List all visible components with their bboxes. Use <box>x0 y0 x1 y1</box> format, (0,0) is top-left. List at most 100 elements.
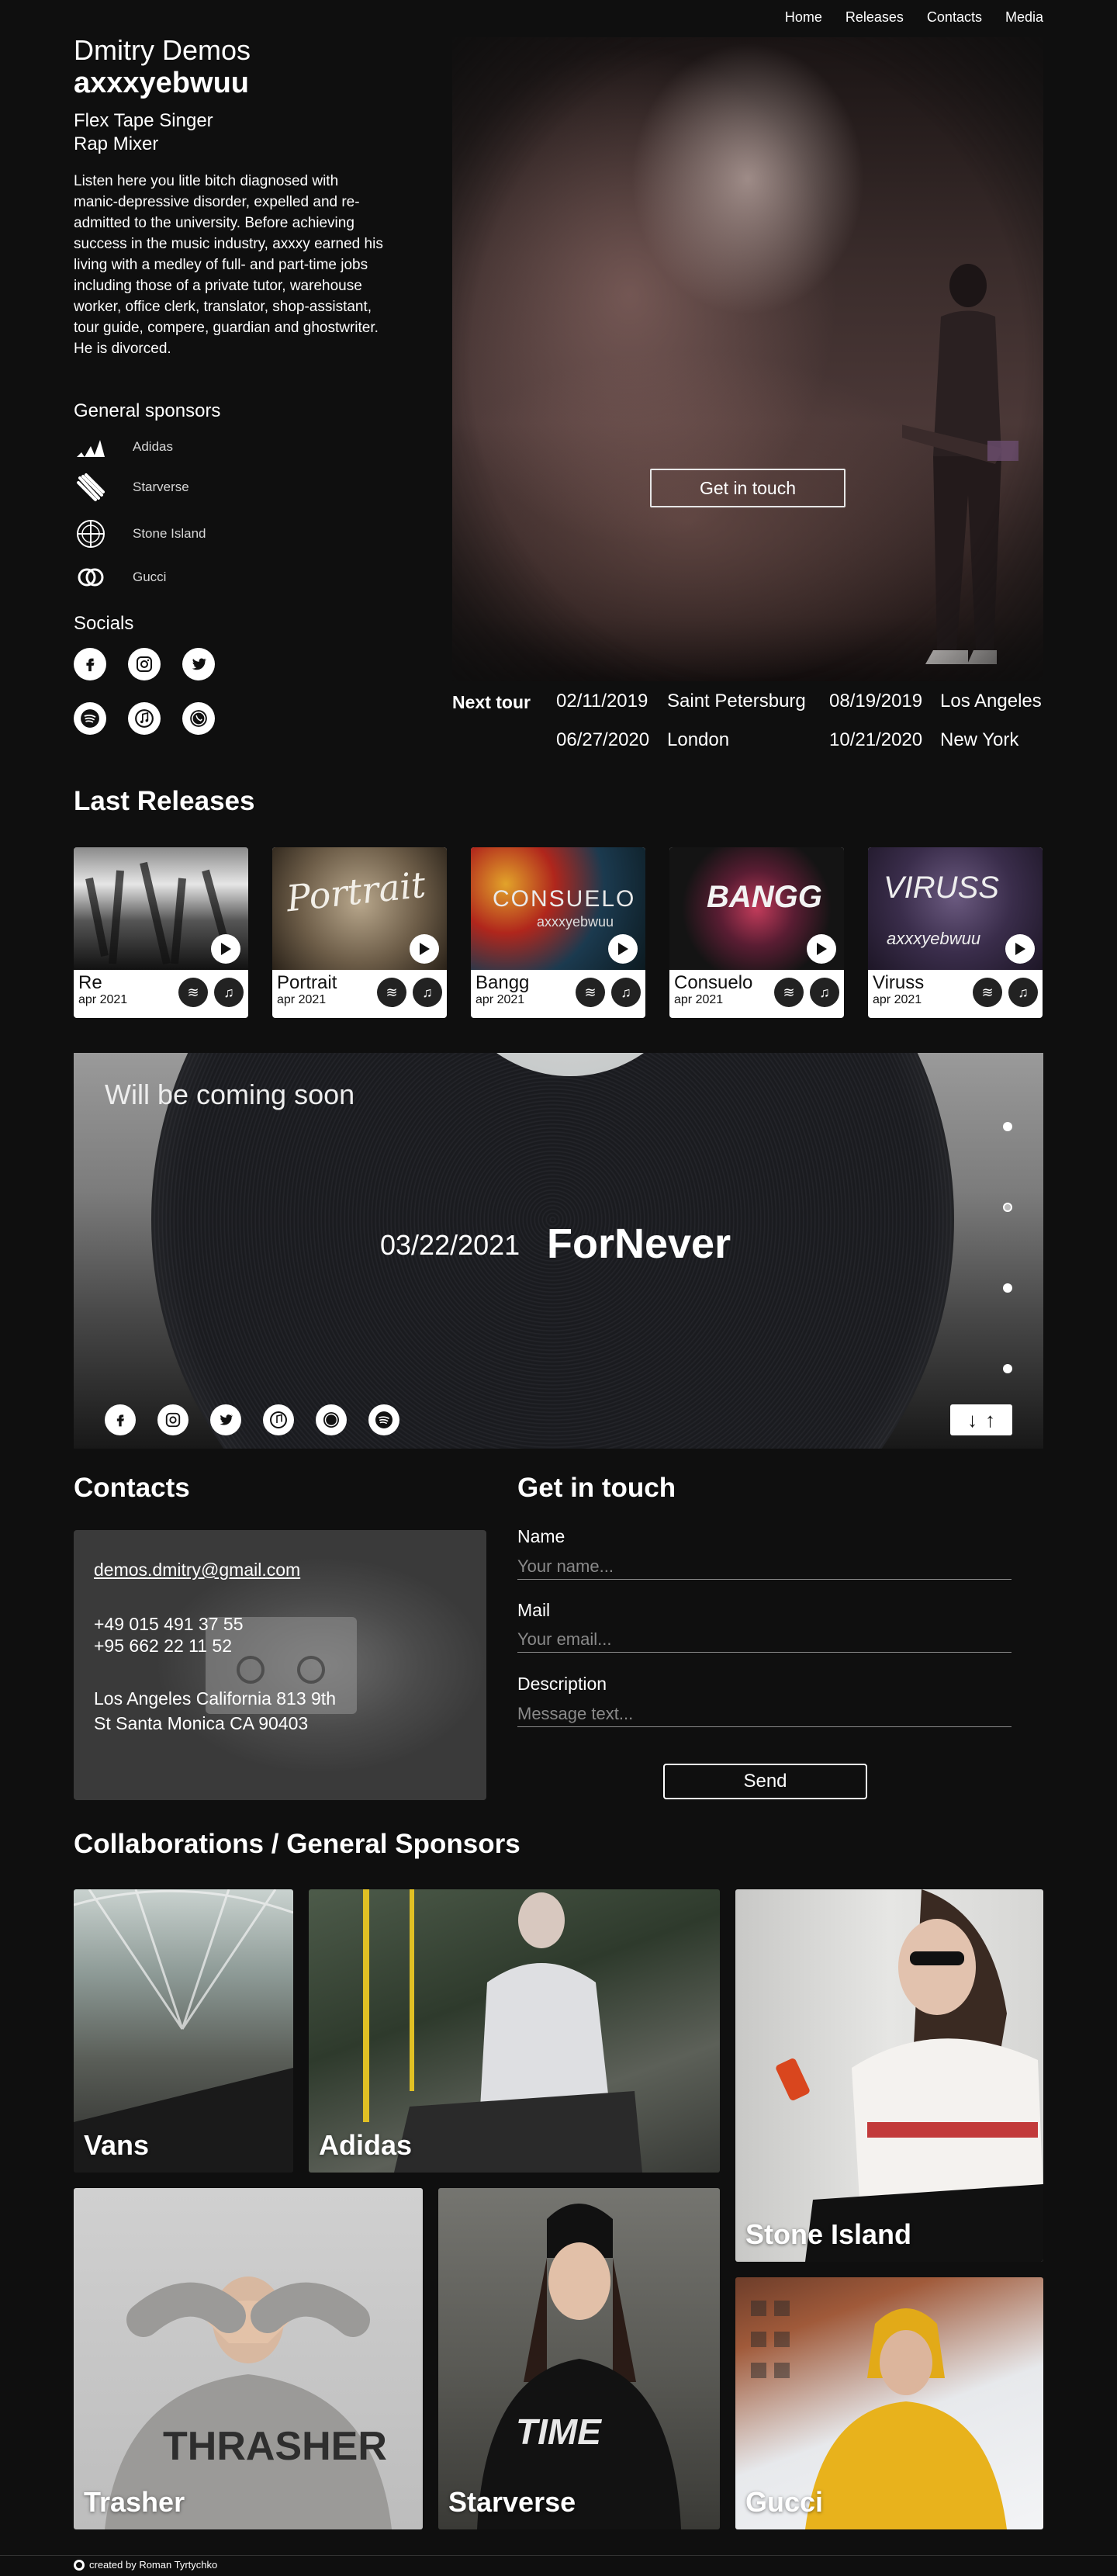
release-card[interactable]: Portrait Portrait apr 2021 ≋ ♫ <box>272 847 447 1018</box>
sponsor-stone-island[interactable]: Stone Island <box>74 517 206 551</box>
release-info: Re apr 2021 ≋ ♫ <box>74 970 248 1018</box>
send-button[interactable]: Send <box>663 1764 867 1799</box>
instagram-icon[interactable] <box>157 1404 188 1435</box>
release-art: CONSUELO axxxyebwuu <box>471 847 645 970</box>
sponsor-label: Adidas <box>133 439 173 454</box>
tour-city: Los Angeles <box>940 691 1042 712</box>
whatsapp-icon[interactable] <box>316 1404 347 1435</box>
sponsor-starverse[interactable]: Starverse <box>74 470 189 504</box>
artist-role-1: Flex Tape Singer <box>74 110 213 131</box>
socials-row-1 <box>74 648 215 680</box>
nav-contacts[interactable]: Contacts <box>927 9 982 26</box>
spotify-icon[interactable]: ≋ <box>377 978 406 1007</box>
spotify-icon[interactable]: ≋ <box>576 978 605 1007</box>
facebook-icon[interactable] <box>74 648 106 680</box>
slide-dot[interactable] <box>1003 1364 1012 1373</box>
play-button[interactable] <box>608 934 638 964</box>
release-art-text: CONSUELO <box>493 886 636 912</box>
facebook-icon[interactable] <box>105 1404 136 1435</box>
release-info: Viruss apr 2021 ≋ ♫ <box>868 970 1043 1018</box>
sponsor-label: Stone Island <box>133 526 206 541</box>
release-card[interactable]: VIRUSS axxxyebwuu Viruss apr 2021 ≋ ♫ <box>868 847 1043 1018</box>
play-button[interactable] <box>410 934 439 964</box>
collab-tile-trasher[interactable]: THRASHER Trasher <box>74 2188 423 2529</box>
contact-card: demos.dmitry@gmail.com +49 015 491 37 55… <box>74 1530 486 1800</box>
slide-dot[interactable] <box>1003 1283 1012 1293</box>
collab-tile-starverse[interactable]: TIME Starverse <box>438 2188 720 2529</box>
apple-music-icon[interactable]: ♫ <box>810 978 839 1007</box>
release-card[interactable]: BANGG Consuelo apr 2021 ≋ ♫ <box>669 847 844 1018</box>
instagram-icon[interactable] <box>128 648 161 680</box>
artist-name: Dmitry Demos <box>74 34 251 66</box>
nav-media[interactable]: Media <box>1005 9 1043 26</box>
mail-label: Mail <box>517 1600 551 1620</box>
apple-music-icon[interactable] <box>263 1404 294 1435</box>
name-input[interactable] <box>517 1553 1012 1580</box>
slide-dot-active[interactable] <box>1003 1203 1012 1212</box>
arrow-up-icon[interactable]: ↑ <box>985 1408 995 1432</box>
release-card[interactable]: CONSUELO axxxyebwuu Bangg apr 2021 ≋ ♫ <box>471 847 645 1018</box>
contacts-heading: Contacts <box>74 1473 190 1503</box>
collab-label: Stone Island <box>745 2218 912 2250</box>
release-info: Portrait apr 2021 ≋ ♫ <box>272 970 447 1018</box>
get-in-touch-button[interactable]: Get in touch <box>650 469 846 507</box>
release-art-text: VIRUSS <box>884 871 999 905</box>
socials-row-2 <box>74 702 215 735</box>
collab-tile-adidas[interactable]: Adidas <box>309 1889 720 2173</box>
collab-tile-vans[interactable]: Vans <box>74 1889 293 2173</box>
collab-label: Starverse <box>448 2486 576 2518</box>
stone-island-icon <box>74 517 108 551</box>
name-label: Name <box>517 1526 565 1546</box>
slide-arrows[interactable]: ↓ ↑ <box>950 1404 1012 1435</box>
tour-date: 02/11/2019 <box>556 691 648 712</box>
collab-photo: TIME <box>477 2204 681 2529</box>
slide-dots <box>1003 1122 1012 1445</box>
collab-tile-stone-island[interactable]: Stone Island <box>735 1889 1043 2262</box>
footer: created by Roman Tyrtychko <box>74 2559 217 2571</box>
apple-music-icon[interactable]: ♫ <box>214 978 244 1007</box>
spotify-icon[interactable]: ≋ <box>774 978 804 1007</box>
spotify-icon[interactable]: ≋ <box>973 978 1002 1007</box>
spotify-icon[interactable] <box>74 702 106 735</box>
release-card[interactable]: Re apr 2021 ≋ ♫ <box>74 847 248 1018</box>
tour-city: New York <box>940 729 1019 750</box>
nav-releases[interactable]: Releases <box>846 9 904 26</box>
twitter-icon[interactable] <box>210 1404 241 1435</box>
banner-socials <box>105 1404 399 1435</box>
sponsors-heading: General sponsors <box>74 400 221 421</box>
tour-date: 06/27/2020 <box>556 729 650 750</box>
collab-tile-gucci[interactable]: Gucci <box>735 2277 1043 2529</box>
form-heading: Get in touch <box>517 1473 676 1503</box>
play-button[interactable] <box>211 934 240 964</box>
nav-home[interactable]: Home <box>785 9 822 26</box>
whatsapp-icon[interactable] <box>182 702 215 735</box>
slide-dot[interactable] <box>1003 1122 1012 1131</box>
spotify-icon[interactable]: ≋ <box>178 978 208 1007</box>
tour-city: London <box>667 729 730 750</box>
email-input[interactable] <box>517 1626 1012 1653</box>
collab-photo: THRASHER <box>105 2277 392 2529</box>
apple-music-icon[interactable]: ♫ <box>1008 978 1038 1007</box>
twitter-icon[interactable] <box>182 648 215 680</box>
contact-phone[interactable]: +95 662 22 11 52 <box>94 1636 232 1657</box>
contact-phone[interactable]: +49 015 491 37 55 <box>94 1614 244 1635</box>
contact-email[interactable]: demos.dmitry@gmail.com <box>94 1560 300 1581</box>
release-art-text: BANGG <box>707 880 822 914</box>
apple-music-icon[interactable]: ♫ <box>611 978 641 1007</box>
sponsor-adidas[interactable]: Adidas <box>74 430 173 464</box>
apple-music-icon[interactable]: ♫ <box>413 978 442 1007</box>
play-button[interactable] <box>1005 934 1035 964</box>
apple-music-icon[interactable] <box>128 702 161 735</box>
top-nav: Home Releases Contacts Media <box>785 9 1043 26</box>
collab-label: Adidas <box>319 2129 413 2161</box>
sponsor-gucci[interactable]: Gucci <box>74 560 166 594</box>
gucci-icon <box>74 560 108 594</box>
sponsor-label: Starverse <box>133 480 189 494</box>
message-textarea[interactable] <box>517 1701 1012 1727</box>
description-label: Description <box>517 1674 607 1694</box>
release-art: Portrait <box>272 847 447 970</box>
spotify-icon[interactable] <box>368 1404 399 1435</box>
play-button[interactable] <box>807 934 836 964</box>
arrow-down-icon[interactable]: ↓ <box>967 1408 977 1432</box>
logo-icon <box>74 2559 85 2571</box>
